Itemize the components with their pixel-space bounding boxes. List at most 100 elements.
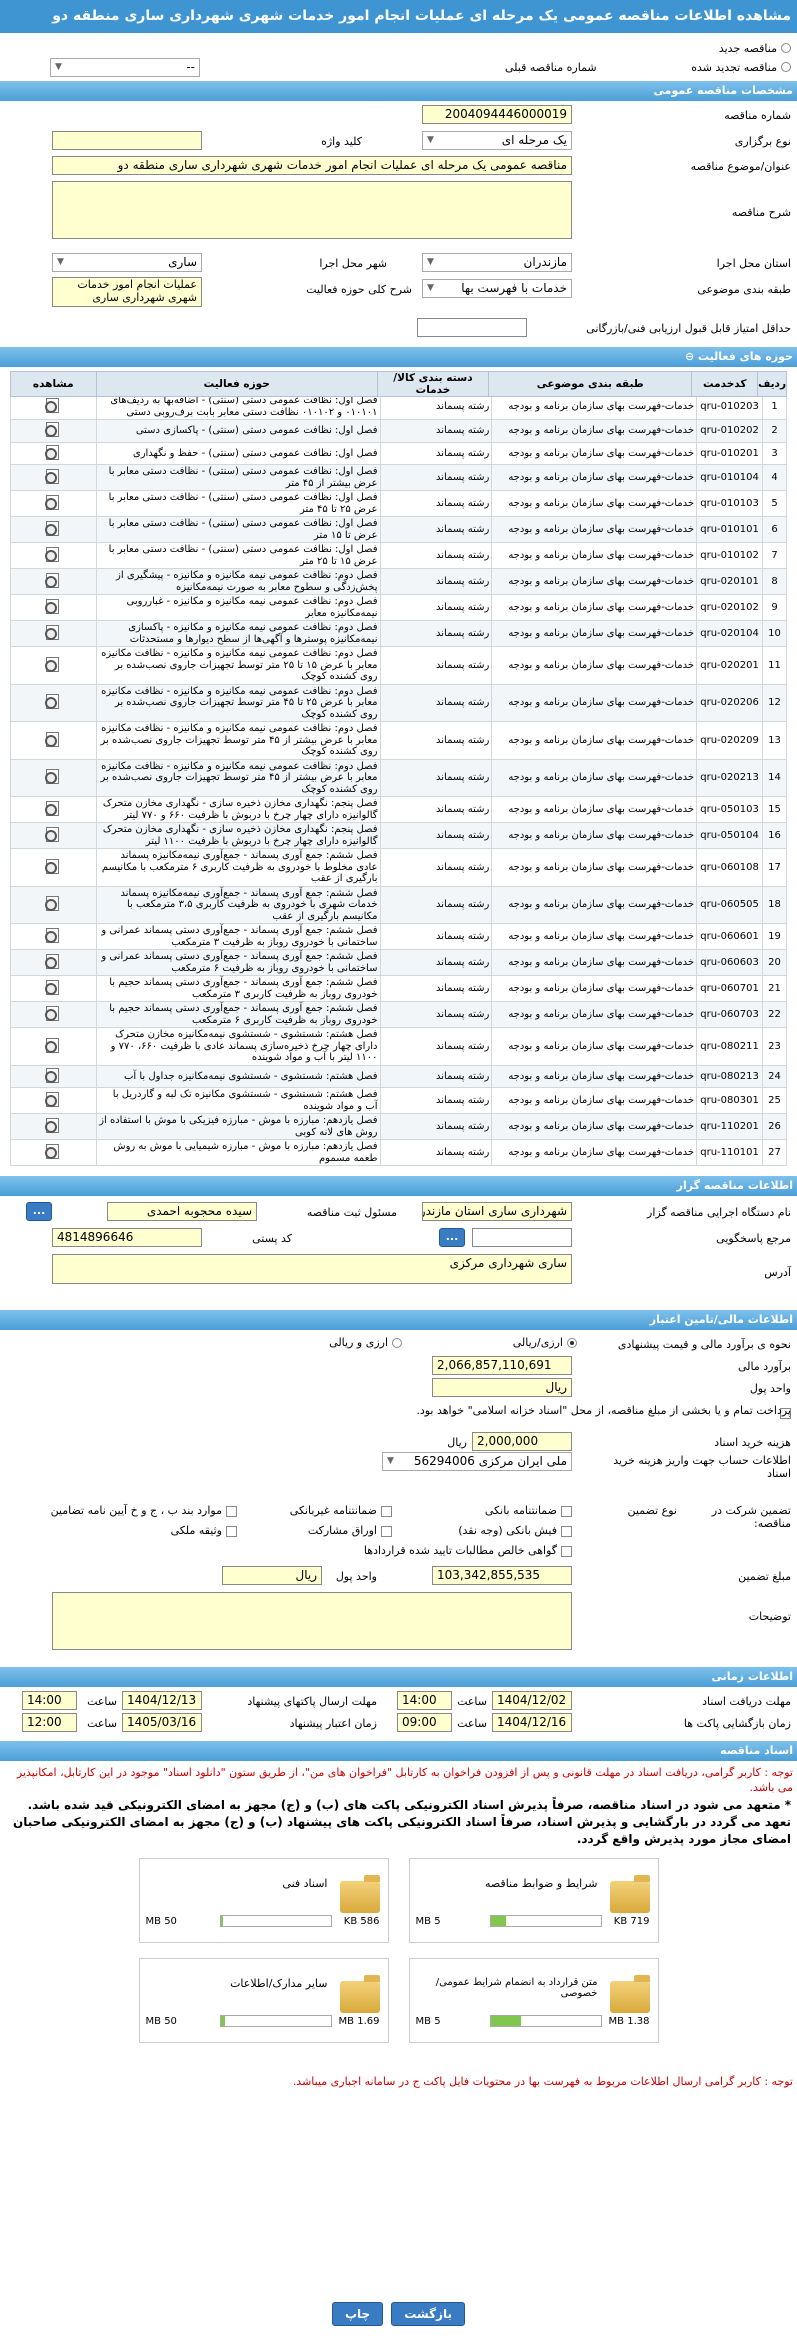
doc-cost-field[interactable]: 2,000,000 bbox=[472, 1432, 572, 1451]
view-document-icon[interactable] bbox=[44, 693, 62, 709]
opt-bank-guarantee-checkbox[interactable] bbox=[561, 1505, 572, 1517]
opt-bonds[interactable]: اوراق مشارکت bbox=[308, 1524, 392, 1537]
view-document-icon[interactable] bbox=[44, 979, 62, 995]
subject-field[interactable]: مناقصه عمومی یک مرحله ای عملیات انجام ام… bbox=[52, 156, 572, 175]
opt-net-claims[interactable]: گواهی خالص مطالبات تایید شده قراردادها bbox=[364, 1544, 572, 1557]
back-button[interactable]: بازگشت bbox=[391, 2302, 466, 2326]
view-document-icon[interactable] bbox=[44, 1067, 62, 1083]
opt-net-claims-checkbox[interactable] bbox=[561, 1545, 572, 1557]
view-document-icon[interactable] bbox=[44, 421, 62, 437]
view-document-icon[interactable] bbox=[44, 858, 62, 874]
row-scope: فصل اول: نظافت عمومی دستی (سنتی) - اضافه… bbox=[95, 393, 381, 420]
collapse-icon[interactable]: ⊖ bbox=[685, 350, 694, 363]
reference-field[interactable] bbox=[472, 1228, 572, 1247]
guarantee-unit-field[interactable]: ریال bbox=[222, 1566, 322, 1585]
currency-unit-field[interactable]: ریال bbox=[432, 1378, 572, 1397]
row-number: 11 bbox=[762, 646, 787, 685]
file-progress bbox=[219, 1915, 332, 1927]
keyword-field[interactable] bbox=[52, 131, 202, 150]
opt-regulation-items[interactable]: موارد بند ب ، ج و خ آیین نامه تضامین bbox=[51, 1504, 237, 1517]
opt-property-collateral-checkbox[interactable] bbox=[226, 1525, 237, 1537]
view-document-icon[interactable] bbox=[44, 731, 62, 747]
opt-nonbank-guarantee-checkbox[interactable] bbox=[381, 1505, 392, 1517]
min-score-field[interactable] bbox=[417, 318, 527, 337]
opt-rial-radio-wrap[interactable]: ارزی/ریالی bbox=[513, 1336, 577, 1349]
opt-currency-radio[interactable] bbox=[392, 1338, 402, 1348]
view-document-icon[interactable] bbox=[44, 520, 62, 536]
view-document-icon[interactable] bbox=[44, 895, 62, 911]
account-select[interactable]: ملی ایران مرکزی 56294006 ▼ bbox=[382, 1452, 572, 1471]
address-field[interactable]: ساری شهرداری مرکزی bbox=[52, 1254, 572, 1284]
view-document-icon[interactable] bbox=[44, 494, 62, 510]
view-document-icon[interactable] bbox=[44, 826, 62, 842]
tender-number-field[interactable]: 2004094446000019 bbox=[422, 105, 572, 124]
row-group: رشته پسماند bbox=[379, 1064, 493, 1088]
view-document-icon[interactable] bbox=[44, 444, 62, 460]
documents-grid: شرایط و ضوابط مناقصه 5 MB 719 KB اسناد ف… bbox=[138, 1858, 659, 2058]
description-field[interactable] bbox=[52, 181, 572, 239]
send-date-field[interactable]: 1404/12/13 bbox=[122, 1691, 202, 1710]
guarantee-section: تضمین شرکت در مناقصه: نوع تضمین ضمانتنام… bbox=[0, 1480, 797, 1655]
view-document-icon[interactable] bbox=[44, 953, 62, 969]
new-tender-radio[interactable] bbox=[781, 43, 791, 53]
view-document-icon[interactable] bbox=[44, 624, 62, 640]
file-card-other[interactable]: سایر مدارک/اطلاعات 50 MB 1.69 MB bbox=[138, 1958, 389, 2043]
renewed-tender-radio[interactable] bbox=[781, 62, 791, 72]
estimate-amount-field[interactable]: 2,066,857,110,691 bbox=[432, 1356, 572, 1375]
registrar-lookup-button[interactable]: ... bbox=[26, 1202, 52, 1221]
province-select[interactable]: مازندران ▼ bbox=[422, 253, 572, 272]
send-time-field[interactable]: 14:00 bbox=[22, 1691, 77, 1710]
view-document-icon[interactable] bbox=[44, 656, 62, 672]
org-field[interactable]: شهرداری ساری استان مازندران bbox=[422, 1202, 572, 1221]
view-document-icon[interactable] bbox=[44, 927, 62, 943]
view-document-icon[interactable] bbox=[44, 768, 62, 784]
opt-rial-radio[interactable] bbox=[567, 1338, 577, 1348]
validity-time-field[interactable]: 12:00 bbox=[22, 1713, 77, 1732]
opt-property-collateral[interactable]: وثیقه ملکی bbox=[171, 1524, 237, 1537]
view-document-icon[interactable] bbox=[44, 1005, 62, 1021]
opt-nonbank-guarantee[interactable]: ضمانتنامه غیربانکی bbox=[290, 1504, 392, 1517]
row-view-cell bbox=[10, 1113, 97, 1140]
view-document-icon[interactable] bbox=[44, 1091, 62, 1107]
opt-regulation-items-checkbox[interactable] bbox=[226, 1505, 237, 1517]
view-document-icon[interactable] bbox=[44, 1117, 62, 1133]
subject-label: عنوان/موضوع مناقصه bbox=[690, 160, 791, 173]
opt-cash-receipt-checkbox[interactable] bbox=[561, 1525, 572, 1537]
opt-cash-receipt[interactable]: فیش بانکی (وجه نقد) bbox=[458, 1524, 572, 1537]
view-document-icon[interactable] bbox=[44, 598, 62, 614]
view-document-icon[interactable] bbox=[44, 1143, 62, 1159]
view-document-icon[interactable] bbox=[44, 546, 62, 562]
table-row: 15 qru-050103 خدمات-فهرست بهای سازمان برنا… bbox=[10, 796, 787, 823]
view-document-icon[interactable] bbox=[44, 468, 62, 484]
opt-bonds-checkbox[interactable] bbox=[381, 1525, 392, 1537]
recv-date-field[interactable]: 1404/12/02 bbox=[492, 1691, 572, 1710]
print-button[interactable]: چاپ bbox=[331, 2302, 384, 2326]
file-card-technical[interactable]: اسناد فنی 50 MB 586 KB bbox=[138, 1858, 389, 1943]
folder-icon bbox=[609, 1875, 650, 1913]
table-row: 23 qru-080211 خدمات-فهرست بهای سازمان برنا… bbox=[10, 1027, 787, 1066]
recv-time-field[interactable]: 14:00 bbox=[397, 1691, 452, 1710]
prev-number-select[interactable]: -- ▼ bbox=[50, 57, 200, 77]
service-code: qru-010104 bbox=[696, 464, 764, 491]
scope-field[interactable]: عملیات انجام امور خدمات شهری شهرداری سار… bbox=[52, 277, 202, 307]
file-card-contract[interactable]: متن قرارداد به انضمام شرایط عمومی/خصوصی … bbox=[408, 1958, 659, 2043]
view-document-icon[interactable] bbox=[44, 1037, 62, 1053]
validity-date-field[interactable]: 1405/03/16 bbox=[122, 1713, 202, 1732]
open-time-field[interactable]: 09:00 bbox=[397, 1713, 452, 1732]
guarantee-notes-field[interactable] bbox=[52, 1592, 572, 1650]
holding-type-select[interactable]: یک مرحله ای ▼ bbox=[422, 131, 572, 150]
view-document-icon[interactable] bbox=[44, 800, 62, 816]
file-card-conditions[interactable]: شرایط و ضوابط مناقصه 5 MB 719 KB bbox=[408, 1858, 659, 1943]
postal-field[interactable]: 4814896646 bbox=[52, 1228, 202, 1247]
registrar-field[interactable]: سیده محجوبه احمدی bbox=[107, 1202, 257, 1221]
open-date-field[interactable]: 1404/12/16 bbox=[492, 1713, 572, 1732]
view-document-icon[interactable] bbox=[44, 572, 62, 588]
city-select[interactable]: ساری ▼ bbox=[52, 253, 202, 272]
reference-lookup-button[interactable]: ... bbox=[439, 1228, 465, 1247]
guarantee-amount-field[interactable]: 103,342,855,535 bbox=[432, 1566, 572, 1585]
opt-currency-radio-wrap[interactable]: ارزی و ریالی bbox=[329, 1336, 402, 1349]
opt-bank-guarantee[interactable]: ضمانتنامه بانکی bbox=[485, 1504, 572, 1517]
view-document-icon[interactable] bbox=[44, 397, 62, 413]
row-group: رشته پسماند bbox=[379, 975, 493, 1002]
category-select[interactable]: خدمات با فهرست بها ▼ bbox=[422, 279, 572, 298]
